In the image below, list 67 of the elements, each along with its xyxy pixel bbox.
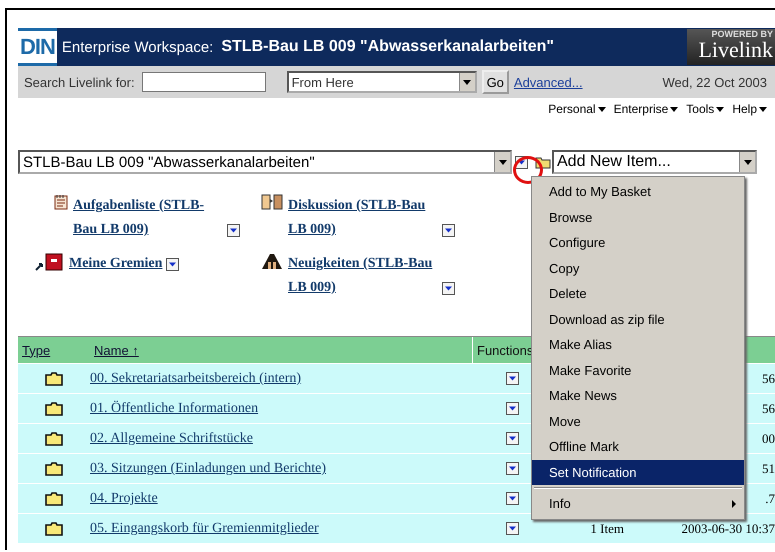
menu-item[interactable]: Configure [532, 230, 744, 256]
submenu-arrow-icon [732, 500, 736, 508]
functions-icon[interactable] [227, 224, 240, 237]
menu-item[interactable]: Set Notification [532, 460, 744, 485]
menu-item[interactable]: Delete [532, 281, 744, 306]
shortcut-link[interactable]: Aufgabenliste (STLB-Bau LB 009) [73, 194, 223, 242]
folder-link[interactable]: 03. Sitzungen (Einladungen und Berichte) [90, 461, 326, 476]
folder-icon [45, 372, 63, 386]
add-item-dropdown[interactable]: Add New Item... [552, 150, 757, 174]
scope-dropdown[interactable]: From Here [286, 71, 477, 93]
functions-icon[interactable] [506, 492, 518, 505]
menu-item[interactable]: Enterprise [614, 102, 678, 116]
discussion-icon [261, 194, 283, 210]
modified-date: .7 [765, 490, 775, 506]
shortcut-link[interactable]: Meine Gremien [69, 252, 162, 276]
functions-icon[interactable] [442, 282, 455, 295]
modified-date: 51 [762, 460, 775, 476]
advanced-link[interactable]: Advanced... [514, 74, 583, 90]
menu-item[interactable]: Make News [532, 383, 744, 408]
folder-link[interactable]: 04. Projekte [90, 491, 158, 506]
functions-icon[interactable] [506, 432, 518, 445]
modified-date: 2003-06-30 10:37 [681, 520, 775, 536]
modified-date: 00 [762, 430, 775, 446]
menu-item[interactable]: Personal [548, 102, 606, 116]
logo: DIN [18, 28, 57, 66]
functions-icon[interactable] [506, 402, 518, 415]
folder-icon [45, 402, 63, 416]
modified-date: 56 [762, 400, 775, 416]
folder-icon [45, 492, 63, 506]
modified-date: 56 [762, 370, 775, 386]
powered-by-badge: POWERED BY Livelink [687, 29, 775, 65]
functions-icon[interactable] [442, 224, 455, 237]
folder-link[interactable]: 05. Eingangskorb für Gremienmitglieder [90, 521, 319, 536]
functions-icon[interactable] [506, 372, 518, 385]
search-field[interactable] [142, 72, 266, 92]
folder-link[interactable]: 02. Allgemeine Schriftstücke [90, 431, 253, 446]
search-label: Search Livelink for: [24, 74, 135, 90]
folder-icon [45, 522, 63, 536]
column-header[interactable]: Name ↑ [90, 342, 472, 358]
menu-item[interactable]: Move [532, 408, 744, 434]
menu-item[interactable]: Add to My Basket [532, 179, 744, 204]
functions-icon[interactable] [506, 462, 518, 475]
news-icon [261, 252, 283, 270]
go-button[interactable]: Go [482, 70, 509, 94]
date-text: Wed, 22 Oct 2003 [662, 74, 768, 90]
location-dropdown[interactable]: STLB-Bau LB 009 "Abwasserkanalarbeiten" [18, 150, 512, 174]
shortcut-link[interactable]: Neuigkeiten (STLB-Bau LB 009) [288, 252, 438, 300]
binder-alias-icon [34, 252, 64, 272]
menu-item[interactable]: Offline Mark [532, 434, 744, 460]
menu-item[interactable]: Browse [532, 204, 744, 230]
workspace-label: Enterprise Workspace: [62, 38, 214, 56]
column-header[interactable]: Type [18, 342, 90, 358]
shortcut-link[interactable]: Diskussion (STLB-Bau LB 009) [288, 194, 438, 242]
menu-item[interactable]: Download as zip file [532, 306, 744, 332]
folder-link[interactable]: 00. Sekretariatsarbeitsbereich (intern) [90, 371, 302, 386]
functions-icon[interactable] [506, 522, 518, 535]
functions-icon[interactable] [166, 258, 180, 271]
menu-item[interactable]: Info [532, 491, 744, 516]
workspace-title: STLB-Bau LB 009 "Abwasserkanalarbeiten" [221, 38, 554, 56]
folder-icon [45, 462, 63, 476]
size-text: 1 Item [590, 520, 624, 536]
folder-icon [45, 432, 63, 446]
notepad-icon [54, 194, 68, 210]
menu-item[interactable]: Help [732, 102, 767, 116]
folder-link[interactable]: 01. Öffentliche Informationen [90, 401, 258, 416]
menu-item[interactable]: Copy [532, 256, 744, 281]
menu-item[interactable]: Tools [686, 102, 724, 116]
